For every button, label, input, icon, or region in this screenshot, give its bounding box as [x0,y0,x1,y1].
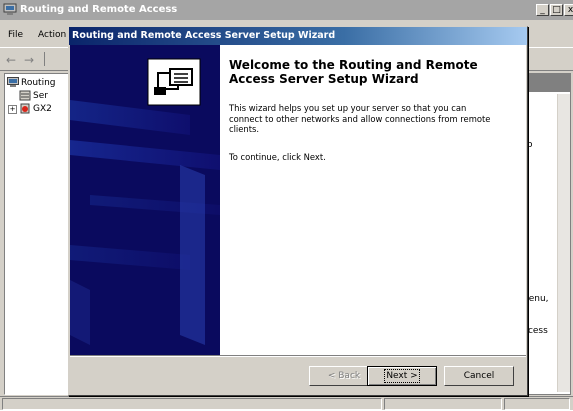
status-cell-1 [2,398,382,410]
cancel-button[interactable]: Cancel [444,366,514,386]
routing-app-icon [3,3,17,15]
next-button[interactable]: Next > [367,366,437,386]
wizard-heading: Welcome to the Routing and Remote Access… [229,58,478,86]
wizard-description: This wizard helps you set up your server… [229,103,491,134]
expand-plus-icon[interactable]: + [8,105,17,114]
server-down-icon [20,103,30,114]
wizard-separator [70,355,526,357]
back-button-label: < Back [327,371,361,381]
details-scrollbar[interactable] [557,94,570,392]
menu-action[interactable]: Action [38,30,66,40]
tree-item-server-status[interactable]: Ser [33,91,48,101]
next-button-label: Next > [384,369,420,383]
tree-item-server[interactable]: GX2 [33,104,52,114]
maximize-button[interactable]: □ [550,4,563,16]
wizard-banner [70,45,220,355]
back-arrow-icon[interactable]: ← [6,53,16,67]
cancel-button-label: Cancel [463,371,495,381]
wizard-instruction: To continue, click Next. [229,152,326,162]
menu-file[interactable]: File [8,30,23,40]
mmc-title-bar[interactable]: Routing and Remote Access _ □ x [0,0,573,20]
routing-root-icon [7,77,19,87]
forward-arrow-icon[interactable]: → [24,53,34,67]
tree-item-routing[interactable]: Routing [21,78,56,88]
close-button[interactable]: x [564,4,573,16]
wizard-title-bar[interactable]: Routing and Remote Access Server Setup W… [69,27,527,45]
details-header [521,74,570,92]
console-tree: Routing Ser + GX2 [4,73,78,395]
status-cell-3 [504,398,570,410]
setup-wizard-dialog: Routing and Remote Access Server Setup W… [68,26,528,396]
status-cell-2 [384,398,502,410]
mmc-window-title: Routing and Remote Access [20,4,178,15]
wizard-content: Welcome to the Routing and Remote Access… [220,45,526,355]
status-bar [0,396,573,411]
toolbar-divider [44,52,45,66]
wizard-banner-graphic [70,45,220,355]
server-status-icon [19,90,31,101]
wizard-title: Routing and Remote Access Server Setup W… [72,30,336,41]
minimize-button[interactable]: _ [536,4,549,16]
